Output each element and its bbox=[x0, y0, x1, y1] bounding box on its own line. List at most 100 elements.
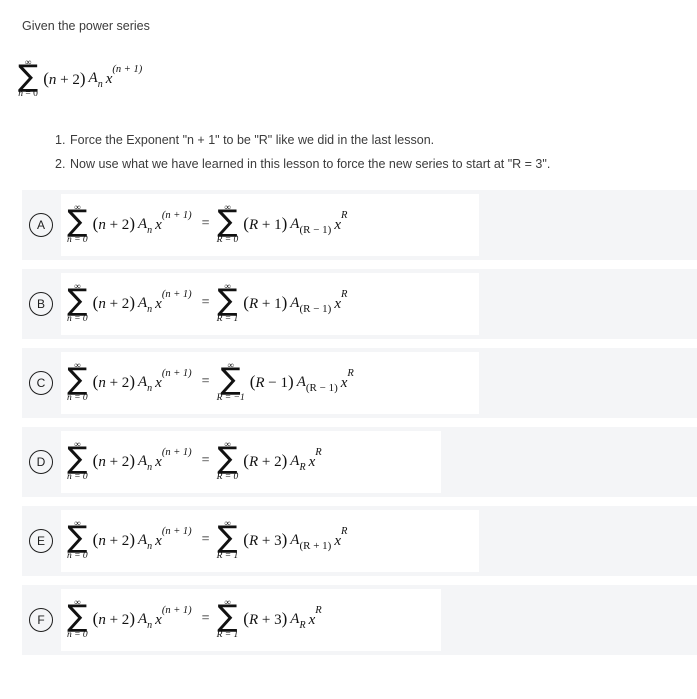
choice-a-rhs-x-symbol: x bbox=[334, 216, 341, 233]
choice-math-d: ∞ ∑ n = 0 (n + 2) An x(n + 1) = ∞ ∑ R = 0 (R + 2) A… bbox=[67, 440, 325, 482]
sigma-glyph: ∑ bbox=[18, 58, 39, 94]
choice-f-lhs-lower-limit: n = 0 bbox=[67, 629, 88, 640]
choice-b-rhs-x-symbol: x bbox=[334, 295, 341, 312]
choice-d-rhs-coefficient-op: + 2 bbox=[258, 454, 282, 471]
choice-a-rhs-lower-limit: R = 0 bbox=[216, 234, 239, 245]
choice-a-lhs-x-group: x(n + 1) bbox=[155, 210, 192, 233]
choice-d-rhs-x-exponent: R bbox=[315, 446, 322, 458]
main-formula-math: ∞ ∑ n = 0 (n + 2) An x(n + 1) bbox=[18, 57, 145, 100]
choice-e-lhs-x-symbol: x bbox=[155, 532, 162, 549]
choice-letter-badge-f[interactable]: F bbox=[29, 608, 53, 633]
choice-f-lhs-x-symbol: x bbox=[155, 611, 162, 628]
choice-b-rhs-A-group: A(R − 1) bbox=[290, 295, 331, 314]
choice-f-lhs-paren-close: ) bbox=[129, 609, 135, 629]
choice-e-lhs-coefficient-group: (n + 2) bbox=[93, 531, 135, 549]
instruction-number-2: 2. bbox=[55, 156, 66, 171]
choice-c-rhs-x-exponent: R bbox=[347, 367, 354, 379]
choice-e-lhs-x-exponent: (n + 1) bbox=[161, 525, 192, 537]
choice-b-rhs-x-group: xR bbox=[334, 289, 347, 312]
choice-letter-badge-b[interactable]: B bbox=[29, 292, 53, 317]
choice-d-rhs-x-group: xR bbox=[309, 447, 322, 470]
choice-f-lhs-summation-symbol: ∞ ∑ n = 0 bbox=[67, 598, 88, 640]
x-power-group: x(n + 1) bbox=[106, 64, 143, 87]
instruction-item-1: 1. Force the Exponent "n + 1" to be "R" l… bbox=[55, 128, 697, 152]
choice-d-lhs-A-symbol: A bbox=[137, 452, 148, 469]
choice-c-rhs-coefficient-op: − 1 bbox=[264, 375, 289, 392]
main-power-series-formula: ∞ ∑ n = 0 (n + 2) An x(n + 1) bbox=[0, 36, 697, 114]
choice-c-lhs-A-symbol: A bbox=[137, 373, 148, 390]
choice-a-rhs-sigma-glyph: ∑ bbox=[217, 204, 238, 240]
choice-formula-b: ∞ ∑ n = 0 (n + 2) An x(n + 1) = ∞ ∑ R = 1 (R + 1) A… bbox=[61, 273, 479, 336]
answer-choice-a[interactable]: A ∞ ∑ n = 0 (n + 2) An x(n + 1) = ∞ ∑ R = 0 (R + 1)… bbox=[22, 190, 697, 261]
choice-letter-badge-c[interactable]: C bbox=[29, 371, 53, 396]
choice-f-rhs-coefficient-group: (R + 3) bbox=[243, 610, 287, 628]
choice-letter-badge-a[interactable]: A bbox=[29, 213, 53, 238]
choice-a-rhs-x-exponent: R bbox=[341, 209, 348, 221]
choice-c-rhs-coefficient-var: R bbox=[255, 375, 265, 392]
choice-e-rhs-x-exponent: R bbox=[341, 525, 348, 537]
answer-choice-f[interactable]: F ∞ ∑ n = 0 (n + 2) An x(n + 1) = ∞ ∑ R = 1 (R + 3)… bbox=[22, 585, 697, 656]
choice-d-rhs-summation-symbol: ∞ ∑ R = 0 bbox=[217, 440, 239, 482]
choice-e-rhs-lower-limit: R = 1 bbox=[216, 550, 239, 561]
choice-a-rhs-A-group: A(R − 1) bbox=[290, 216, 331, 235]
choice-d-rhs-A-subscript: R bbox=[299, 461, 306, 473]
choice-d-lhs-x-symbol: x bbox=[155, 453, 162, 470]
choice-letter-badge-d[interactable]: D bbox=[29, 450, 53, 475]
choice-d-lhs-A-group: An bbox=[137, 452, 152, 472]
choice-e-rhs-summation-symbol: ∞ ∑ R = 1 bbox=[217, 519, 239, 561]
choice-e-rhs-coefficient-op: + 3 bbox=[258, 533, 282, 550]
choice-c-lhs-coefficient-var: n bbox=[98, 375, 106, 392]
instruction-text-2: Now use what we have learned in this les… bbox=[70, 156, 551, 171]
choice-b-lhs-A-subscript: n bbox=[147, 303, 153, 315]
instruction-list: 1. Force the Exponent "n + 1" to be "R" l… bbox=[0, 114, 697, 177]
choice-b-lhs-summation-symbol: ∞ ∑ n = 0 bbox=[67, 282, 88, 324]
answer-choice-d[interactable]: D ∞ ∑ n = 0 (n + 2) An x(n + 1) = ∞ ∑ R = 0 (R + 2)… bbox=[22, 427, 697, 498]
choice-e-rhs-x-group: xR bbox=[334, 526, 347, 549]
choice-b-lhs-lower-limit: n = 0 bbox=[67, 313, 88, 324]
choice-d-rhs-coefficient-var: R bbox=[248, 454, 259, 471]
answer-choice-c[interactable]: C ∞ ∑ n = 0 (n + 2) An x(n + 1) = ∞ ∑ R = −1 (R − 1… bbox=[22, 348, 697, 419]
question-stem-text: Given the power series bbox=[22, 19, 150, 33]
choice-e-rhs-coefficient-var: R bbox=[248, 533, 259, 550]
choice-c-lhs-paren-close: ) bbox=[129, 372, 135, 392]
choice-c-equals: = bbox=[201, 374, 210, 390]
choice-e-equals: = bbox=[201, 532, 210, 548]
instruction-text-1: Force the Exponent "n + 1" to be "R" lik… bbox=[70, 132, 435, 147]
choice-c-lhs-x-symbol: x bbox=[155, 374, 162, 391]
choice-f-rhs-paren-close: ) bbox=[281, 609, 288, 629]
instruction-item-2: 2. Now use what we have learned in this l… bbox=[55, 152, 697, 176]
choice-b-rhs-lower-limit: R = 1 bbox=[216, 313, 239, 324]
choice-a-lhs-A-symbol: A bbox=[137, 215, 148, 232]
choice-c-lhs-sigma-glyph: ∑ bbox=[67, 362, 88, 398]
answer-choice-e[interactable]: E ∞ ∑ n = 0 (n + 2) An x(n + 1) = ∞ ∑ R = 1 (R + 3)… bbox=[22, 506, 697, 577]
choice-f-rhs-x-exponent: R bbox=[315, 604, 322, 616]
choice-e-lhs-x-group: x(n + 1) bbox=[155, 526, 192, 549]
choice-a-lhs-coefficient-op: + 2 bbox=[105, 217, 130, 234]
choice-e-lhs-coefficient-var: n bbox=[98, 533, 106, 550]
choice-a-lhs-A-group: An bbox=[137, 215, 152, 235]
choice-e-rhs-x-symbol: x bbox=[334, 532, 341, 549]
choice-letter-badge-e[interactable]: E bbox=[29, 529, 53, 554]
summation-index-value: = 0 bbox=[23, 89, 38, 100]
question-stem: Given the power series bbox=[0, 0, 697, 36]
choice-b-equals: = bbox=[201, 295, 210, 311]
choice-a-lhs-sigma-glyph: ∑ bbox=[67, 204, 88, 240]
A-subscript: n bbox=[97, 79, 103, 91]
choice-f-rhs-sigma-glyph: ∑ bbox=[217, 599, 238, 635]
choice-b-lhs-x-exponent: (n + 1) bbox=[161, 288, 192, 300]
choice-b-lhs-x-group: x(n + 1) bbox=[155, 289, 192, 312]
choice-b-rhs-x-exponent: R bbox=[341, 288, 348, 300]
choice-e-rhs-A-group: A(R + 1) bbox=[290, 532, 331, 551]
choice-e-lhs-summation-symbol: ∞ ∑ n = 0 bbox=[67, 519, 88, 561]
choice-a-lhs-summation-symbol: ∞ ∑ n = 0 bbox=[67, 203, 88, 245]
choice-d-rhs-coefficient-group: (R + 2) bbox=[243, 452, 287, 470]
instruction-number-1: 1. bbox=[55, 132, 66, 147]
choice-d-rhs-lower-limit: R = 0 bbox=[216, 471, 239, 482]
choice-formula-a: ∞ ∑ n = 0 (n + 2) An x(n + 1) = ∞ ∑ R = 0 (R + 1) A… bbox=[61, 194, 479, 257]
choice-c-lhs-summation-symbol: ∞ ∑ n = 0 bbox=[67, 361, 88, 403]
choice-a-rhs-x-group: xR bbox=[334, 210, 347, 233]
choice-c-rhs-coefficient-group: (R − 1) bbox=[250, 373, 294, 391]
choice-e-rhs-sigma-glyph: ∑ bbox=[217, 520, 238, 556]
choice-c-lhs-coefficient-group: (n + 2) bbox=[93, 373, 135, 391]
answer-choice-b[interactable]: B ∞ ∑ n = 0 (n + 2) An x(n + 1) = ∞ ∑ R = 1 (R + 1)… bbox=[22, 269, 697, 340]
